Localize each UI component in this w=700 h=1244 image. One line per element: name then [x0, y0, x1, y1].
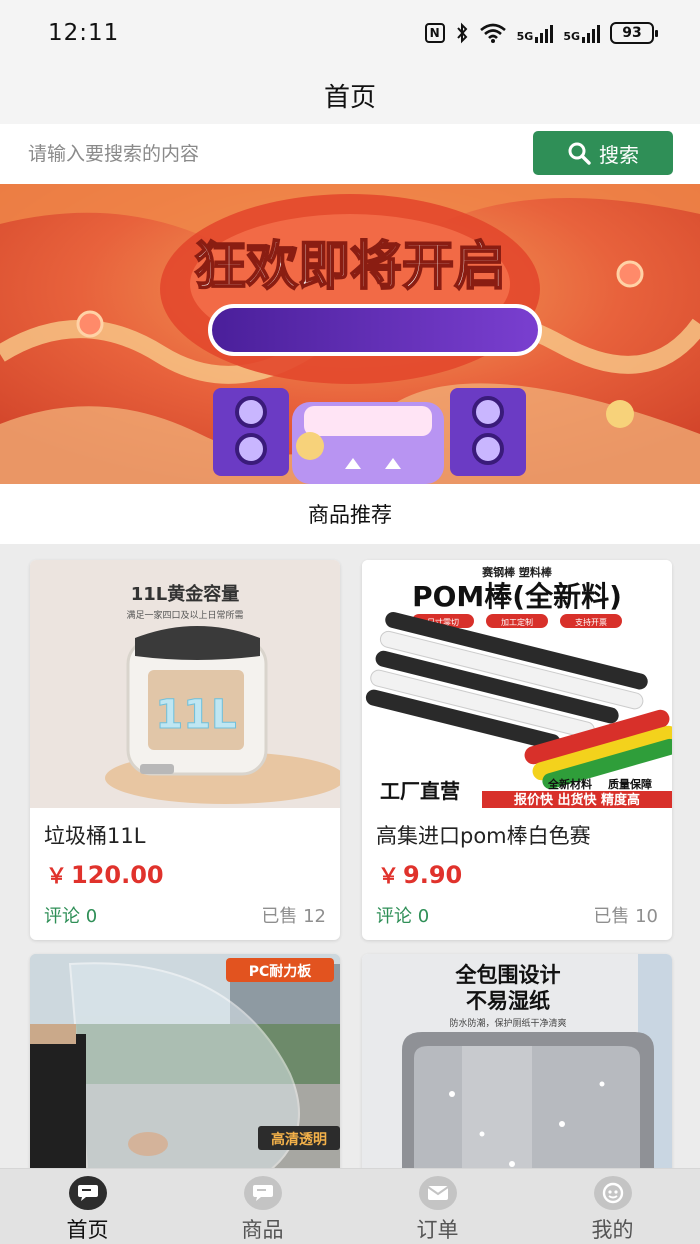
product-image-tag3: 支持开票 — [575, 617, 607, 627]
product-image-sub1: 全新材料 — [547, 777, 592, 791]
product-image-badge: PC耐力板 — [249, 963, 313, 980]
search-icon — [568, 142, 591, 165]
network-label-2: 5G — [563, 30, 580, 43]
product-card[interactable]: 11L黄金容量 满足一家四口及以上日常所需 11L 垃圾桶11L ￥ 120.00… — [30, 560, 340, 940]
product-image-bottom: 高清透明 — [271, 1131, 327, 1148]
section-title: 商品推荐 — [308, 503, 392, 527]
order-mail-icon — [418, 1176, 457, 1210]
page-title: 首页 — [323, 82, 376, 113]
nav-label-goods: 商品 — [241, 1218, 284, 1242]
price-value: 120.00 — [71, 861, 164, 889]
product-sold: 已售 10 — [593, 906, 658, 927]
product-image-title: POM棒(全新料) — [412, 580, 622, 613]
product-image: 全包围设计 不易湿纸 防水防潮，保护厕纸干净清爽 — [362, 954, 672, 1168]
product-image: PC耐力板 高清透明 — [30, 954, 340, 1168]
product-price: ￥ 120.00 — [30, 854, 340, 896]
product-image-top: 赛钢棒 塑料棒 — [481, 565, 553, 579]
product-card[interactable]: 全包围设计 不易湿纸 防水防潮，保护厕纸干净清爽 — [362, 954, 672, 1168]
status-icons: N 5G 5G 93 — [424, 22, 658, 44]
goods-icon — [243, 1176, 282, 1210]
product-grid: 11L黄金容量 满足一家四口及以上日常所需 11L 垃圾桶11L ￥ 120.00… — [0, 544, 700, 1168]
status-bar: 12:11 N 5G 5G 93 — [0, 0, 700, 66]
nav-label-profile: 我的 — [591, 1218, 634, 1242]
product-image: 赛钢棒 塑料棒 POM棒(全新料) 尺寸零切 加工定制 支持开票 工厂直营 全新… — [362, 560, 672, 808]
search-button-label: 搜索 — [599, 142, 639, 167]
product-image-big: 11L — [155, 692, 236, 738]
network-label-1: 5G — [516, 30, 534, 43]
product-image-factory: 工厂直营 — [380, 779, 460, 803]
nav-item-home[interactable]: 首页 — [0, 1169, 175, 1244]
banner-headline: 狂欢即将开启 — [194, 237, 506, 297]
product-image-line2: 不易湿纸 — [466, 989, 550, 1013]
product-image-sub2: 质量保障 — [608, 777, 652, 791]
product-card[interactable]: PC耐力板 高清透明 — [30, 954, 340, 1168]
product-comments: 评论 0 — [44, 906, 98, 927]
status-time: 12:11 — [48, 20, 120, 46]
nav-item-goods[interactable]: 商品 — [175, 1169, 350, 1244]
product-meta: 评论 0 已售 12 — [30, 896, 340, 940]
price-value: 9.90 — [403, 861, 463, 889]
product-image-tag2: 加工定制 — [501, 617, 533, 627]
product-image: 11L黄金容量 满足一家四口及以上日常所需 11L — [30, 560, 340, 808]
search-button[interactable]: 搜索 — [533, 131, 673, 175]
currency-symbol: ￥ — [46, 864, 67, 888]
product-image-line1: 全包围设计 — [455, 963, 561, 987]
promo-banner[interactable]: 狂欢即将开启 — [0, 184, 700, 484]
product-name: 垃圾桶11L — [44, 824, 146, 848]
battery-icon: 93 — [610, 22, 658, 44]
battery-level: 93 — [622, 25, 642, 41]
banner-illustration: 狂欢即将开启 — [0, 184, 700, 484]
product-image-line1: 11L黄金容量 — [131, 583, 240, 605]
product-sold: 已售 12 — [261, 906, 326, 927]
bluetooth-icon — [456, 22, 467, 44]
search-bar: 搜索 — [0, 124, 700, 184]
product-image-bar: 报价快 出货快 精度高 — [514, 792, 640, 808]
section-header: 商品推荐 — [0, 484, 700, 544]
product-image-line2: 满足一家四口及以上日常所需 — [126, 609, 243, 621]
product-image-line3: 防水防潮，保护厕纸干净清爽 — [449, 1017, 566, 1029]
profile-icon — [593, 1176, 632, 1210]
nav-label-home: 首页 — [66, 1218, 109, 1242]
product-card[interactable]: 赛钢棒 塑料棒 POM棒(全新料) 尺寸零切 加工定制 支持开票 工厂直营 全新… — [362, 560, 672, 940]
home-chat-icon — [68, 1176, 107, 1210]
signal-icon-2: 5G — [563, 23, 600, 43]
bottom-nav: 首页 商品 订单 我的 — [0, 1168, 700, 1244]
wifi-icon — [479, 23, 506, 43]
product-price: ￥ 9.90 — [362, 854, 672, 896]
product-comments: 评论 0 — [376, 906, 430, 927]
product-meta: 评论 0 已售 10 — [362, 896, 672, 940]
nfc-icon: N — [424, 23, 445, 43]
currency-symbol: ￥ — [378, 864, 399, 888]
signal-icon: 5G — [517, 23, 554, 43]
nav-item-profile[interactable]: 我的 — [525, 1169, 700, 1244]
nav-item-orders[interactable]: 订单 — [350, 1169, 525, 1244]
title-bar: 首页 — [0, 66, 700, 124]
search-input[interactable] — [28, 134, 508, 174]
product-name: 高集进口pom棒白色赛 — [376, 824, 591, 848]
nav-label-orders: 订单 — [416, 1218, 459, 1242]
